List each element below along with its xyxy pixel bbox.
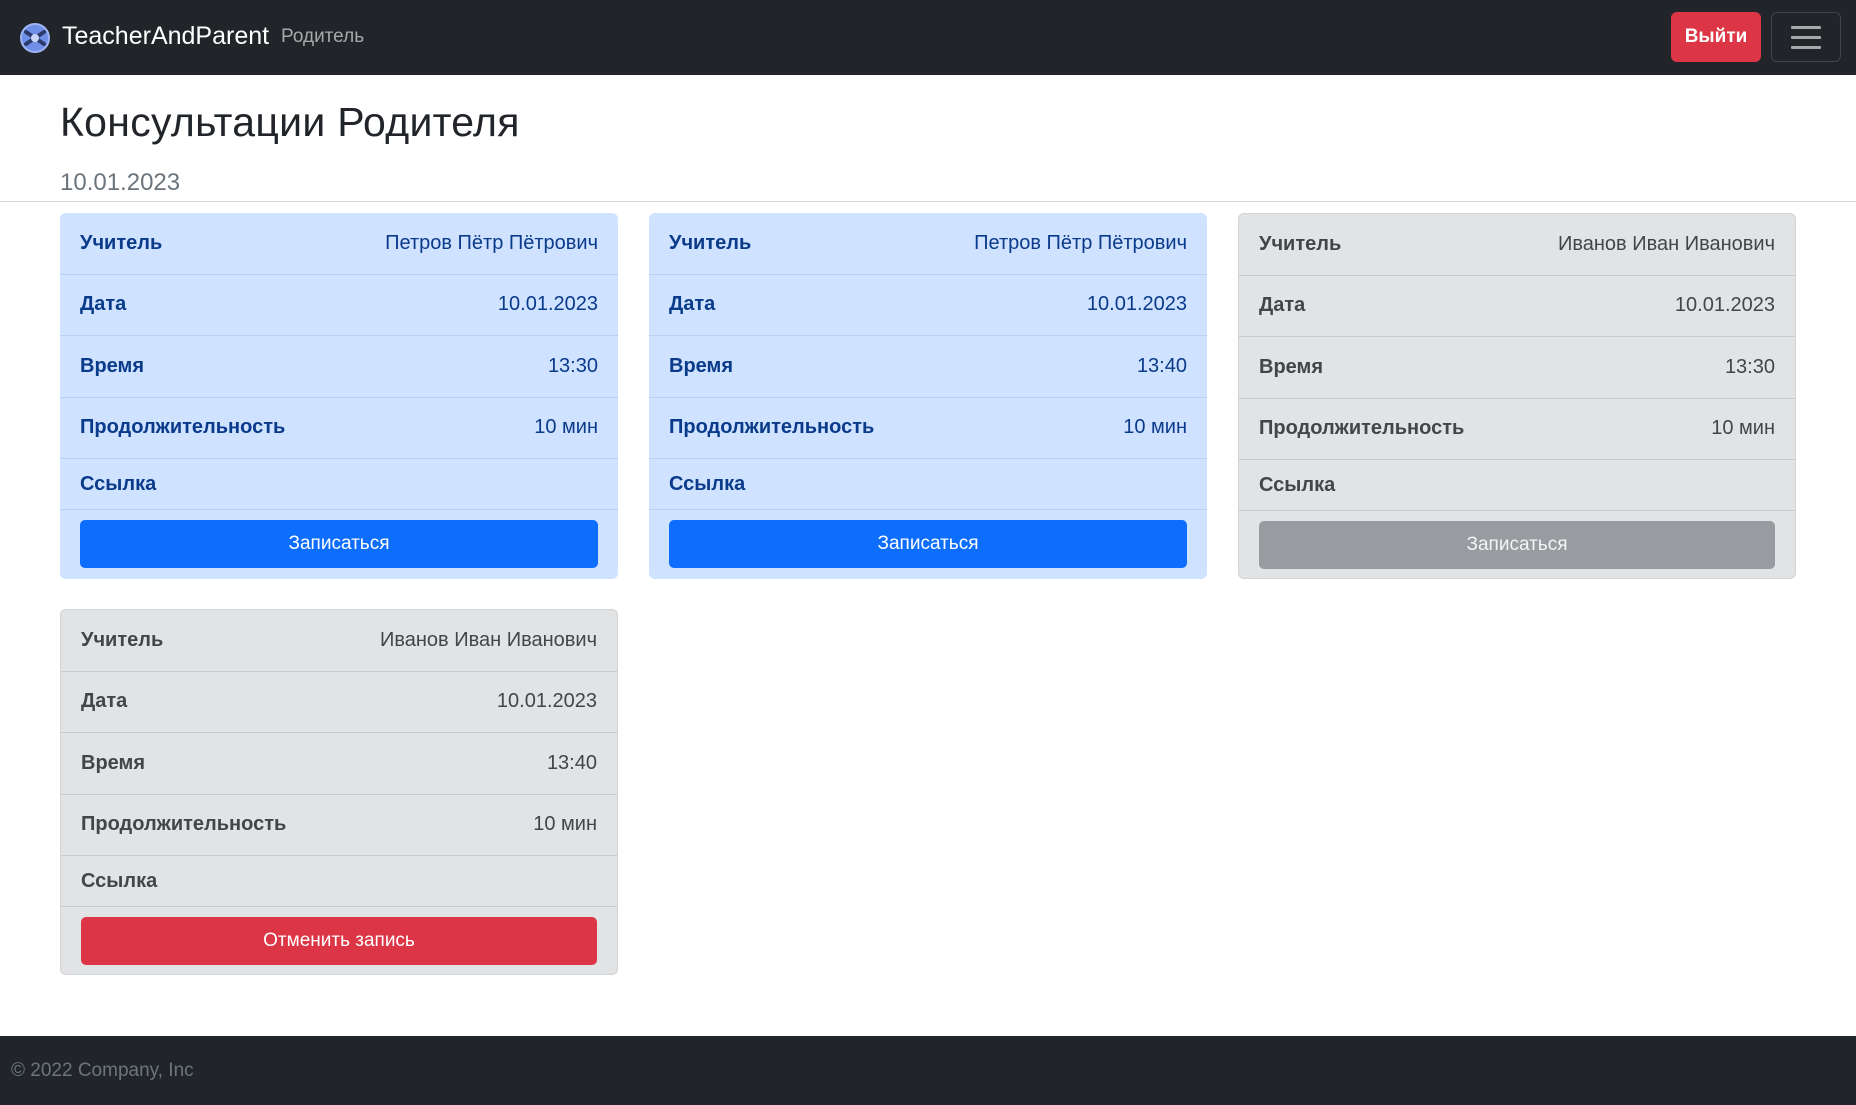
book-button[interactable]: Записаться (80, 520, 598, 568)
link-label: Ссылка (81, 869, 158, 892)
brand-name[interactable]: TeacherAndParent (62, 20, 269, 52)
link-row: Ссылка (61, 856, 617, 907)
page-date: 10.01.2023 (60, 169, 181, 196)
time-value: 13:30 (547, 354, 598, 377)
time-row: Время 13:30 (1239, 337, 1795, 399)
brand-logo-icon[interactable] (19, 22, 51, 54)
card-action-area: Записаться (1239, 511, 1795, 578)
time-row: Время 13:40 (649, 336, 1207, 398)
duration-label: Продолжительность (1259, 417, 1465, 440)
teacher-label: Учитель (1259, 232, 1342, 255)
page-title: Консультации Родителя (60, 99, 520, 145)
book-button-disabled[interactable]: Записаться (1259, 521, 1775, 569)
time-label: Время (669, 354, 733, 377)
teacher-label: Учитель (80, 231, 163, 254)
date-row: Дата 10.01.2023 (649, 275, 1207, 336)
teacher-value: Петров Пётр Пётрович (385, 231, 598, 254)
time-value: 13:40 (1136, 354, 1187, 377)
link-label: Ссылка (669, 472, 746, 495)
teacher-row: Учитель Иванов Иван Иванович (1239, 214, 1795, 276)
teacher-row: Учитель Петров Пётр Пётрович (649, 213, 1207, 275)
date-label: Дата (80, 293, 127, 316)
consultation-card: Учитель Петров Пётр Пётрович Дата 10.01.… (649, 213, 1207, 579)
consultation-card: Учитель Иванов Иван Иванович Дата 10.01.… (60, 609, 618, 975)
duration-value: 10 мин (1711, 417, 1775, 440)
copyright-text: © 2022 Company, Inc (11, 1060, 194, 1081)
teacher-value: Петров Пётр Пётрович (974, 231, 1187, 254)
consultation-card: Учитель Иванов Иван Иванович Дата 10.01.… (1238, 213, 1796, 579)
date-value: 10.01.2023 (1674, 294, 1775, 317)
link-row: Ссылка (60, 459, 618, 510)
time-label: Время (81, 751, 145, 774)
card-action-area: Записаться (649, 510, 1207, 578)
time-value: 13:30 (1724, 355, 1775, 378)
time-value: 13:40 (546, 751, 597, 774)
link-row: Ссылка (1239, 460, 1795, 511)
teacher-label: Учитель (669, 231, 752, 254)
card-action-area: Записаться (60, 510, 618, 578)
time-row: Время 13:30 (60, 336, 618, 398)
date-value: 10.01.2023 (1086, 293, 1187, 316)
duration-row: Продолжительность 10 мин (649, 398, 1207, 459)
duration-value: 10 мин (533, 813, 597, 836)
date-label: Дата (669, 293, 716, 316)
time-label: Время (80, 354, 144, 377)
date-value: 10.01.2023 (497, 293, 598, 316)
duration-label: Продолжительность (81, 813, 287, 836)
teacher-row: Учитель Петров Пётр Пётрович (60, 213, 618, 275)
hamburger-icon (1791, 45, 1821, 49)
link-label: Ссылка (80, 472, 157, 495)
card-action-area: Отменить запись (61, 907, 617, 974)
duration-label: Продолжительность (80, 416, 286, 439)
header-divider (0, 201, 1856, 202)
duration-value: 10 мин (534, 416, 598, 439)
date-label: Дата (1259, 294, 1306, 317)
consultation-card: Учитель Петров Пётр Пётрович Дата 10.01.… (60, 213, 618, 579)
duration-row: Продолжительность 10 мин (60, 398, 618, 459)
logout-button[interactable]: Выйти (1671, 12, 1761, 62)
duration-value: 10 мин (1123, 416, 1187, 439)
duration-row: Продолжительность 10 мин (1239, 399, 1795, 460)
date-row: Дата 10.01.2023 (1239, 276, 1795, 337)
time-row: Время 13:40 (61, 733, 617, 795)
page-footer: © 2022 Company, Inc (0, 1036, 1856, 1105)
user-role-label: Родитель (281, 26, 365, 47)
book-button[interactable]: Записаться (669, 520, 1187, 568)
duration-label: Продолжительность (669, 416, 875, 439)
menu-toggle-button[interactable] (1771, 12, 1841, 62)
hamburger-icon (1791, 35, 1821, 39)
teacher-value: Иванов Иван Иванович (1557, 232, 1775, 255)
time-label: Время (1259, 355, 1323, 378)
link-row: Ссылка (649, 459, 1207, 510)
link-label: Ссылка (1259, 473, 1336, 496)
hamburger-icon (1791, 25, 1821, 29)
teacher-label: Учитель (81, 628, 164, 651)
duration-row: Продолжительность 10 мин (61, 795, 617, 856)
top-navbar: TeacherAndParent Родитель Выйти (0, 0, 1856, 75)
teacher-row: Учитель Иванов Иван Иванович (61, 610, 617, 672)
date-value: 10.01.2023 (496, 690, 597, 713)
cancel-booking-button[interactable]: Отменить запись (81, 917, 597, 965)
teacher-value: Иванов Иван Иванович (379, 628, 597, 651)
date-row: Дата 10.01.2023 (61, 672, 617, 733)
date-row: Дата 10.01.2023 (60, 275, 618, 336)
date-label: Дата (81, 690, 128, 713)
